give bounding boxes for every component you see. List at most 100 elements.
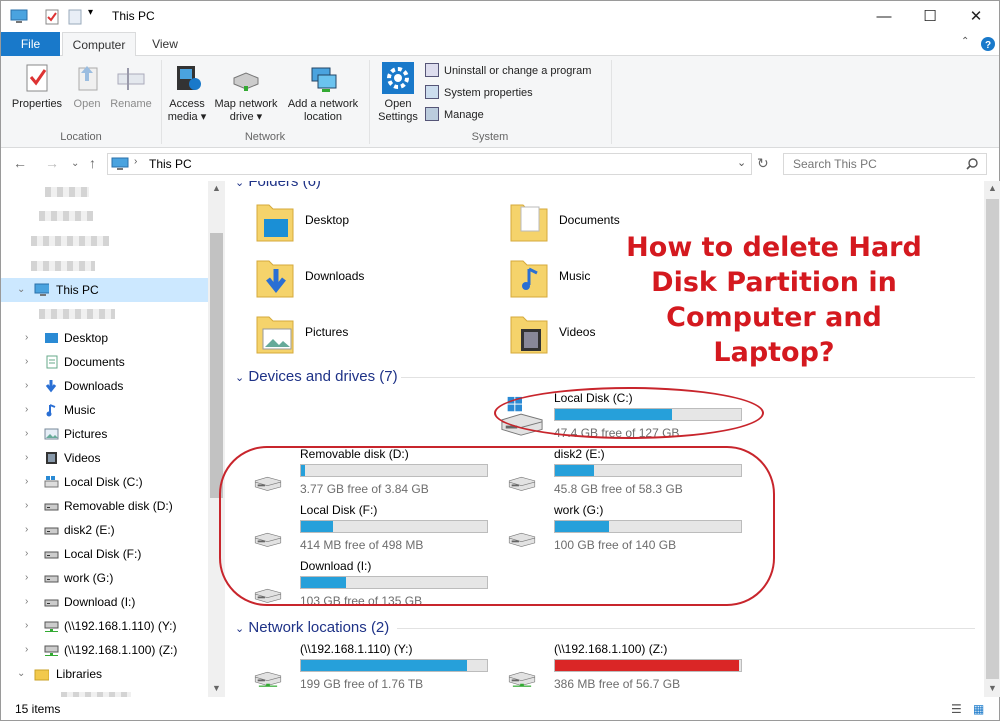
network-location-icon — [307, 62, 339, 94]
collapse-chevron-icon[interactable]: ⌄ — [235, 181, 244, 189]
folder-item[interactable]: Pictures — [255, 311, 505, 361]
tree-label: Music — [64, 403, 96, 417]
maximize-button[interactable]: ☐ — [907, 1, 953, 32]
folders-heading[interactable]: ⌄ Folders (6) — [235, 181, 321, 190]
tree-item[interactable]: › Downloads — [1, 374, 208, 398]
access-media-button[interactable]: Access media ▾ — [165, 62, 209, 124]
tree-item[interactable]: › Download (I:) — [1, 590, 208, 614]
tab-view[interactable]: View — [141, 32, 189, 56]
computer-icon — [34, 283, 49, 296]
tree-item[interactable]: › Documents — [1, 350, 208, 374]
expand-chevron-icon[interactable]: › — [25, 518, 28, 542]
details-view-icon[interactable]: ☰ — [951, 698, 962, 720]
minimize-button[interactable]: — — [861, 1, 907, 32]
tree-item[interactable]: › disk2 (E:) — [1, 518, 208, 542]
open-button[interactable]: Open — [69, 62, 105, 111]
expand-chevron-icon[interactable]: › — [25, 566, 28, 590]
folder-label: Documents — [559, 213, 620, 227]
devices-heading[interactable]: ⌄ Devices and drives (7) — [235, 368, 398, 385]
collapse-chevron-icon[interactable]: ⌄ — [235, 623, 244, 635]
tree-item[interactable]: › work (G:) — [1, 566, 208, 590]
network-heading-label: Network locations (2) — [248, 619, 390, 636]
add-network-location-button[interactable]: Add a network location — [283, 62, 363, 124]
expand-chevron-icon[interactable]: › — [25, 446, 28, 470]
tree-item-libraries[interactable]: ⌄ Libraries — [1, 662, 208, 686]
recent-dropdown-icon[interactable]: ⌄ — [71, 158, 79, 169]
network-heading[interactable]: ⌄ Network locations (2) — [235, 619, 389, 636]
expand-chevron-icon[interactable]: › — [25, 374, 28, 398]
scroll-up-icon[interactable]: ▲ — [212, 183, 221, 193]
folder-item[interactable]: Downloads — [255, 255, 505, 305]
help-icon[interactable]: ? — [981, 37, 995, 51]
annotation-ellipse-c-drive — [494, 387, 764, 439]
system-properties-button[interactable]: System properties — [425, 84, 533, 102]
folder-item[interactable]: Desktop — [255, 199, 505, 249]
expand-chevron-icon[interactable]: › — [25, 638, 28, 662]
expand-chevron-icon[interactable]: › — [25, 470, 28, 494]
forward-icon[interactable]: → — [45, 155, 59, 171]
section-divider — [397, 628, 975, 629]
close-button[interactable]: ✕ — [953, 1, 999, 32]
search-input[interactable]: Search This PC — [783, 153, 987, 175]
address-dropdown-icon[interactable]: ⌄ — [737, 156, 746, 169]
pictures-icon — [44, 428, 59, 440]
refresh-icon[interactable]: ↻ — [757, 155, 769, 172]
tab-computer[interactable]: Computer — [62, 32, 136, 57]
uninstall-program-button[interactable]: Uninstall or change a program — [425, 62, 591, 80]
section-divider — [401, 377, 975, 378]
drive-item[interactable]: (\\192.168.1.100) (Z:) 386 MB free of 56.… — [499, 642, 759, 694]
tree-label: Pictures — [64, 427, 108, 441]
expand-chevron-icon[interactable]: › — [25, 326, 28, 350]
search-placeholder: Search This PC — [793, 157, 877, 171]
tree-item[interactable]: › Pictures — [1, 422, 208, 446]
open-settings-button[interactable]: Open Settings — [375, 62, 421, 124]
expand-icon[interactable]: ⌄ — [17, 278, 25, 302]
tree-item[interactable]: › Removable disk (D:) — [1, 494, 208, 518]
collapse-ribbon-icon[interactable]: ⌃ — [961, 36, 969, 47]
access-media-label-1: Access — [169, 98, 205, 110]
scroll-thumb[interactable] — [210, 233, 223, 498]
tree-item[interactable]: › Desktop — [1, 326, 208, 350]
properties-qa-icon[interactable] — [45, 9, 59, 25]
map-network-drive-button[interactable]: Map network drive ▾ — [209, 62, 283, 124]
add-location-label-1: Add a network — [287, 98, 359, 110]
tree-item[interactable]: › Local Disk (C:) — [1, 470, 208, 494]
address-input[interactable]: › This PC ⌄ — [107, 153, 752, 175]
expand-chevron-icon[interactable]: › — [25, 398, 28, 422]
scroll-down-icon[interactable]: ▼ — [988, 683, 997, 693]
breadcrumb-this-pc[interactable]: This PC — [149, 157, 192, 171]
scroll-up-icon[interactable]: ▲ — [988, 183, 997, 193]
tiles-view-icon[interactable]: ▦ — [973, 698, 984, 720]
map-drive-label-1: Map network — [214, 98, 278, 110]
expand-icon[interactable]: ⌄ — [17, 662, 25, 686]
scroll-down-icon[interactable]: ▼ — [212, 683, 221, 693]
rename-button[interactable]: Rename — [109, 62, 153, 111]
up-icon[interactable]: ↑ — [89, 155, 96, 171]
drive-item[interactable]: (\\192.168.1.110) (Y:) 199 GB free of 1.7… — [245, 642, 505, 694]
content-scrollbar[interactable]: ▲ ▼ — [984, 181, 1000, 697]
navigation-scrollbar[interactable]: ▲ ▼ — [208, 181, 225, 697]
expand-chevron-icon[interactable]: › — [25, 542, 28, 566]
tree-item-this-pc[interactable]: ⌄ This PC — [1, 278, 208, 302]
tree-item[interactable]: › (\\192.168.1.100) (Z:) — [1, 638, 208, 662]
manage-button[interactable]: Manage — [425, 106, 484, 124]
qa-dropdown-icon[interactable]: ▾ — [88, 7, 93, 23]
new-folder-qa-icon[interactable] — [68, 9, 82, 25]
properties-button[interactable]: Properties — [9, 62, 65, 111]
expand-chevron-icon[interactable]: › — [25, 494, 28, 518]
tree-label: Local Disk (C:) — [64, 475, 143, 489]
tree-item[interactable]: › Music — [1, 398, 208, 422]
tree-item[interactable]: › Local Disk (F:) — [1, 542, 208, 566]
tab-file[interactable]: File — [1, 32, 60, 56]
expand-chevron-icon[interactable]: › — [25, 350, 28, 374]
tree-item[interactable]: › Videos — [1, 446, 208, 470]
expand-chevron-icon[interactable]: › — [25, 422, 28, 446]
expand-chevron-icon[interactable]: › — [25, 590, 28, 614]
back-icon[interactable]: ← — [13, 155, 27, 171]
collapse-chevron-icon[interactable]: ⌄ — [235, 372, 244, 384]
scroll-thumb[interactable] — [986, 199, 999, 679]
network-drive-icon — [44, 645, 59, 656]
tree-item[interactable]: › (\\192.168.1.110) (Y:) — [1, 614, 208, 638]
expand-chevron-icon[interactable]: › — [25, 614, 28, 638]
drive-usage-bar — [554, 659, 742, 672]
